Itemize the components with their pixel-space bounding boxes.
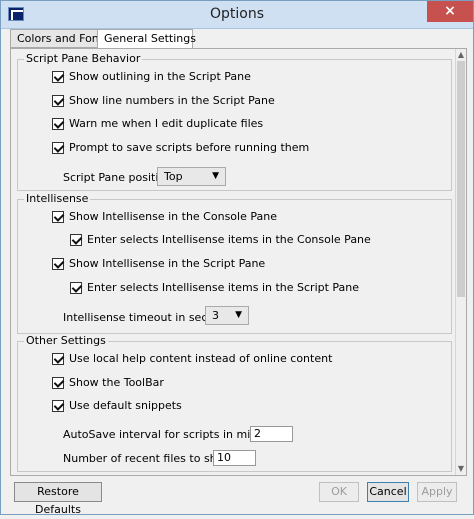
options-window: Options × Colors and Fonts General Setti… bbox=[0, 0, 474, 516]
selected-value: Top bbox=[164, 170, 183, 183]
group-title: Other Settings bbox=[24, 334, 108, 347]
local-help-checkbox[interactable]: Use local help content instead of online… bbox=[52, 352, 332, 365]
warn-duplicate-files-checkbox[interactable]: Warn me when I edit duplicate files bbox=[52, 117, 263, 130]
show-line-numbers-checkbox[interactable]: Show line numbers in the Script Pane bbox=[52, 94, 275, 107]
checkbox-check-icon bbox=[52, 257, 64, 270]
intellisense-group: Intellisense Show Intellisense in the Co… bbox=[17, 192, 452, 334]
default-snippets-checkbox[interactable]: Use default snippets bbox=[52, 399, 182, 412]
group-title: Script Pane Behavior bbox=[24, 52, 143, 65]
selected-value: 3 bbox=[212, 309, 219, 322]
scroll-up-icon[interactable]: ▲ bbox=[457, 50, 465, 60]
checkbox-check-icon bbox=[52, 70, 64, 83]
checkbox-label: Show Intellisense in the Console Pane bbox=[69, 210, 277, 223]
enter-selects-console-checkbox[interactable]: Enter selects Intellisense items in the … bbox=[70, 233, 371, 246]
checkbox-check-icon bbox=[70, 233, 82, 246]
show-outlining-checkbox[interactable]: Show outlining in the Script Pane bbox=[52, 70, 251, 83]
checkbox-check-icon bbox=[52, 399, 64, 412]
checkbox-check-icon bbox=[52, 376, 64, 389]
close-button[interactable]: × bbox=[427, 1, 473, 22]
general-settings-panel: Script Pane Behavior Show outlining in t… bbox=[10, 48, 467, 476]
checkbox-label: Show line numbers in the Script Pane bbox=[69, 94, 275, 107]
checkbox-label: Warn me when I edit duplicate files bbox=[69, 117, 264, 130]
checkbox-label: Prompt to save scripts before running th… bbox=[69, 141, 310, 154]
vertical-scrollbar[interactable]: ▲ ▼ bbox=[455, 49, 466, 475]
checkbox-check-icon bbox=[70, 281, 82, 294]
title-bar: Options × bbox=[1, 1, 473, 29]
cancel-button[interactable]: Cancel bbox=[367, 482, 409, 502]
show-toolbar-checkbox[interactable]: Show the ToolBar bbox=[52, 376, 164, 389]
restore-defaults-button[interactable]: Restore Defaults bbox=[14, 482, 102, 516]
enter-selects-script-checkbox[interactable]: Enter selects Intellisense items in the … bbox=[70, 281, 359, 294]
tab-colors-and-fonts[interactable]: Colors and Fonts bbox=[10, 29, 109, 48]
recent-files-label: Number of recent files to show: bbox=[63, 452, 236, 465]
intellisense-console-checkbox[interactable]: Show Intellisense in the Console Pane bbox=[52, 210, 277, 223]
script-pane-position-select[interactable]: Top ▼ bbox=[157, 167, 226, 186]
window-title: Options bbox=[209, 6, 265, 22]
tab-general-settings[interactable]: General Settings bbox=[97, 29, 196, 49]
ok-button[interactable]: OK bbox=[319, 482, 359, 502]
checkbox-check-icon bbox=[52, 94, 64, 107]
script-pane-behavior-group: Script Pane Behavior Show outlining in t… bbox=[17, 52, 452, 191]
checkbox-label: Show Intellisense in the Script Pane bbox=[69, 257, 266, 270]
checkbox-label: Enter selects Intellisense items in the … bbox=[87, 233, 371, 246]
checkbox-check-icon bbox=[52, 117, 64, 130]
checkbox-label: Enter selects Intellisense items in the … bbox=[87, 281, 360, 294]
prompt-save-scripts-checkbox[interactable]: Prompt to save scripts before running th… bbox=[52, 141, 309, 154]
checkbox-label: Show outlining in the Script Pane bbox=[69, 70, 251, 83]
recent-files-field[interactable]: 10 bbox=[213, 450, 256, 466]
checkbox-check-icon bbox=[52, 352, 64, 365]
scroll-down-icon[interactable]: ▼ bbox=[457, 464, 465, 474]
group-title: Intellisense bbox=[24, 192, 91, 205]
scrollbar-thumb[interactable] bbox=[457, 61, 465, 297]
other-settings-group: Other Settings Use local help content in… bbox=[17, 334, 452, 472]
checkbox-check-icon bbox=[52, 141, 64, 154]
checkbox-label: Show the ToolBar bbox=[69, 376, 164, 389]
chevron-down-icon: ▼ bbox=[235, 310, 242, 320]
intellisense-timeout-select[interactable]: 3 ▼ bbox=[205, 306, 249, 325]
checkbox-label: Use local help content instead of online… bbox=[69, 352, 333, 365]
chevron-down-icon: ▼ bbox=[212, 171, 219, 181]
intellisense-script-checkbox[interactable]: Show Intellisense in the Script Pane bbox=[52, 257, 265, 270]
autosave-interval-field[interactable]: 2 bbox=[250, 426, 293, 442]
checkbox-check-icon bbox=[52, 210, 64, 223]
apply-button[interactable]: Apply bbox=[417, 482, 457, 502]
checkbox-label: Use default snippets bbox=[69, 399, 182, 412]
